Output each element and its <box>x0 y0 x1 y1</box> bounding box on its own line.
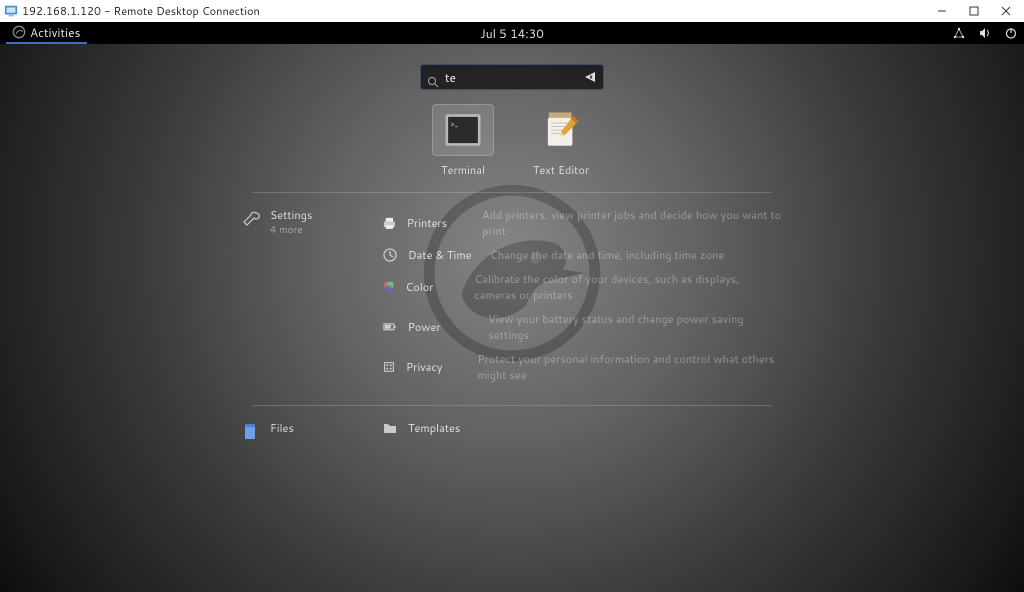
activities-button[interactable]: Activities <box>6 22 87 44</box>
wrench-icon <box>242 209 260 227</box>
remote-desktop: Activities Jul 5 14:30 <box>0 22 1024 592</box>
divider <box>252 192 772 193</box>
printer-icon <box>382 215 397 231</box>
setting-privacy[interactable]: Privacy Protect your personal informatio… <box>382 351 782 383</box>
minimize-button[interactable] <box>926 1 958 21</box>
search-icon <box>427 71 439 83</box>
network-icon[interactable] <box>952 26 966 40</box>
app-results: >_ Terminal <box>0 104 1024 178</box>
files-icon <box>242 422 260 440</box>
clock[interactable]: Jul 5 14:30 <box>480 25 544 42</box>
setting-power[interactable]: Power View your battery status and chang… <box>382 311 782 343</box>
settings-category[interactable]: Settings 4 more <box>242 207 382 391</box>
close-button[interactable] <box>990 1 1022 21</box>
text-editor-icon <box>540 109 582 151</box>
settings-section: Settings 4 more Printers Add printers, v… <box>242 207 782 391</box>
app-text-editor[interactable]: Text Editor <box>527 104 595 178</box>
settings-header-label: Settings <box>270 207 312 223</box>
clock-icon <box>382 247 398 263</box>
activities-label: Activities <box>30 24 81 41</box>
files-category[interactable]: Files <box>242 420 382 444</box>
maximize-button[interactable] <box>958 1 990 21</box>
distro-icon <box>12 25 26 39</box>
color-icon <box>382 279 395 295</box>
privacy-icon <box>382 359 396 375</box>
app-terminal[interactable]: >_ Terminal <box>429 104 497 178</box>
app-label: Terminal <box>429 162 497 178</box>
clear-search-icon[interactable] <box>583 70 597 84</box>
battery-icon <box>382 319 398 335</box>
svg-text:>_: >_ <box>451 120 459 130</box>
app-label: Text Editor <box>527 162 595 178</box>
window-title: 192.168.1.120 - Remote Desktop Connectio… <box>22 3 260 19</box>
gnome-top-panel: Activities Jul 5 14:30 <box>0 22 1024 44</box>
activities-overview: >_ Terminal <box>0 44 1024 592</box>
folder-icon <box>382 420 398 436</box>
setting-printers[interactable]: Printers Add printers, view printer jobs… <box>382 207 782 239</box>
window-titlebar: 192.168.1.120 - Remote Desktop Connectio… <box>0 0 1024 22</box>
volume-icon[interactable] <box>978 26 992 40</box>
divider <box>252 405 772 406</box>
setting-color[interactable]: Color Calibrate the color of your device… <box>382 271 782 303</box>
files-section: Files Templates <box>242 420 782 444</box>
files-header-label: Files <box>270 420 294 436</box>
terminal-icon: >_ <box>442 109 484 151</box>
setting-datetime[interactable]: Date & Time Change the date and time, in… <box>382 247 782 263</box>
file-templates[interactable]: Templates <box>382 420 782 436</box>
search-box[interactable] <box>420 64 604 90</box>
system-tray[interactable] <box>952 26 1018 40</box>
rdp-icon <box>4 4 18 18</box>
power-icon[interactable] <box>1004 26 1018 40</box>
settings-header-sub: 4 more <box>270 223 312 237</box>
search-input[interactable] <box>445 69 583 86</box>
